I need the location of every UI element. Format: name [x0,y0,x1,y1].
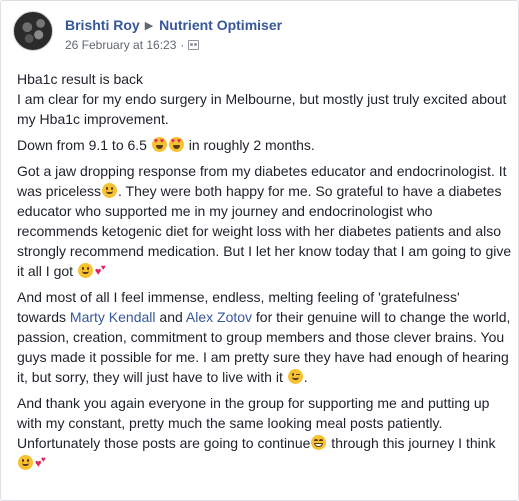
paragraph-1-line-1: Hba1c result is back [17,71,144,87]
two-hearts-emoji-icon [95,260,111,280]
mention-marty-kendall[interactable]: Marty Kendall [70,309,156,325]
paragraph-5: And thank you again everyone in the grou… [17,393,512,473]
paragraph-4-and: and [155,309,186,325]
post-body: Hba1c result is back I am clear for my e… [17,69,512,479]
paragraph-4-end: . [303,369,308,385]
post-meta: 26 February at 16:23 · [65,37,200,53]
paragraph-3: Got a jaw dropping response from my diab… [17,161,512,281]
wink-emoji-icon [287,369,303,384]
two-hearts-emoji-icon [35,452,51,472]
author-avatar[interactable] [13,11,53,51]
paragraph-2: Down from 9.1 to 6.5 in roughly 2 months… [17,135,512,155]
mention-alex-zotov[interactable]: Alex Zotov [186,309,252,325]
heart-eyes-emoji-icon [151,137,167,152]
smile-emoji-icon [77,263,93,278]
heart-eyes-emoji-icon [168,137,184,152]
smile-emoji-icon [18,455,33,470]
post-header: Brishti Roy ▶ Nutrient Optimiser [65,16,282,34]
group-name-link[interactable]: Nutrient Optimiser [159,17,282,33]
arrow-right-icon: ▶ [144,19,154,32]
meta-separator: · [180,38,185,52]
author-name-link[interactable]: Brishti Roy [65,17,140,33]
group-audience-icon[interactable] [188,40,200,50]
paragraph-2-tail: in roughly 2 months. [184,137,315,153]
post-timestamp-link[interactable]: 26 February at 16:23 [65,38,176,52]
smiling-eyes-emoji-icon [311,435,327,450]
paragraph-4: And most of all I feel immense, endless,… [17,287,512,387]
paragraph-5-text-b: through this journey I think [327,435,496,451]
paragraph-2-text: Down from 9.1 to 6.5 [17,137,151,153]
smile-emoji-icon [102,183,118,198]
paragraph-1-line-2: I am clear for my endo surgery in Melbou… [17,91,507,127]
paragraph-1: Hba1c result is back I am clear for my e… [17,69,512,129]
facebook-post: Brishti Roy ▶ Nutrient Optimiser 26 Febr… [0,0,519,501]
